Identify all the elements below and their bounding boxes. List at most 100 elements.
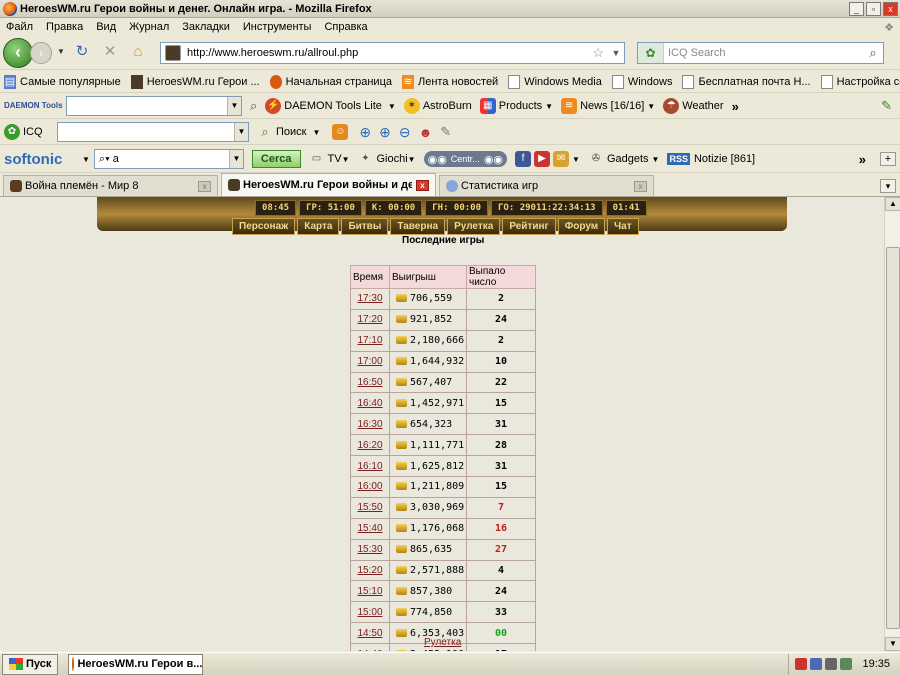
menu-item[interactable]: Инструменты	[243, 21, 312, 33]
time-link[interactable]: 17:20	[357, 314, 382, 325]
time-link[interactable]: 15:30	[357, 544, 382, 555]
volume-icon[interactable]: ◉◉	[484, 153, 503, 166]
game-nav-item[interactable]: Форум	[557, 218, 606, 235]
reload-icon[interactable]: ↻	[70, 41, 94, 65]
security-icon[interactable]	[840, 658, 853, 670]
tab-list-button[interactable]: ▾	[880, 179, 896, 193]
zoom-search-icon[interactable]: ⌕	[250, 98, 257, 114]
cerca-button[interactable]: Cerca	[251, 150, 301, 168]
toolbar-options-icon[interactable]: ✎	[881, 98, 892, 114]
softonic-dropdown-icon[interactable]: ▼	[82, 155, 90, 164]
kaspersky-icon[interactable]	[795, 658, 808, 670]
volume-tray-icon[interactable]	[825, 658, 838, 670]
zoom-reset-icon[interactable]: ⊖	[399, 124, 411, 141]
history-dropdown-icon[interactable]: ▼	[56, 41, 66, 65]
softonic-search-value[interactable]: a	[113, 153, 119, 165]
tab-close-icon[interactable]: x	[416, 179, 429, 191]
bookmark-windows[interactable]: Windows	[611, 74, 672, 89]
time-link[interactable]: 15:40	[357, 523, 382, 534]
time-link[interactable]: 16:20	[357, 440, 382, 451]
time-link[interactable]: 16:30	[357, 419, 382, 430]
softonic-search-input[interactable]: ⌕▾ a ▼	[93, 149, 244, 169]
bookmark-link-settings[interactable]: Настройка ссылок	[820, 74, 900, 89]
weather-button[interactable]: ☂ Weather	[663, 98, 724, 114]
daemon-more-chevron[interactable]: »	[732, 99, 739, 114]
social-icons[interactable]: f ▶ ✉ ▼	[515, 151, 580, 167]
scroll-up-arrow[interactable]: ▲	[885, 197, 900, 211]
notizie-button[interactable]: RSS Notizie [861]	[667, 153, 755, 165]
eraser-icon[interactable]: ✎	[440, 124, 451, 140]
time-link[interactable]: 15:20	[357, 565, 382, 576]
time-link[interactable]: 17:30	[357, 293, 382, 304]
back-button[interactable]: ‹	[3, 38, 33, 68]
time-link[interactable]: 16:40	[357, 398, 382, 409]
menu-item[interactable]: Журнал	[129, 21, 169, 33]
url-dropdown-icon[interactable]: ▼	[608, 43, 624, 63]
time-link[interactable]: 16:00	[357, 481, 382, 492]
taskbar-firefox-item[interactable]: HeroesWM.ru Герои в...	[68, 653, 204, 675]
youtube-icon[interactable]: ▶	[534, 151, 551, 167]
game-nav-item[interactable]: Чат	[607, 218, 639, 235]
game-nav-item[interactable]: Карта	[297, 218, 340, 235]
time-link[interactable]: 16:10	[357, 461, 382, 472]
tab-heroeswm[interactable]: HeroesWM.ru Герои войны и ден... x	[221, 173, 436, 196]
home-icon[interactable]: ⌂	[126, 41, 150, 65]
bookmark-star-icon[interactable]: ☆	[592, 45, 604, 61]
mail-icon[interactable]: ✉	[553, 151, 570, 167]
daemon-tools-lite-button[interactable]: ⚡ DAEMON Tools Lite ▼	[265, 98, 396, 114]
search-engine-icon[interactable]: ✿	[638, 43, 664, 63]
astroburn-button[interactable]: ✶ AstroBurn	[403, 98, 472, 114]
time-link[interactable]: 16:50	[357, 377, 382, 388]
search-box[interactable]: ✿ ICQ Search ⌕	[637, 42, 884, 64]
search-icon[interactable]: ⌕	[863, 45, 883, 61]
menu-item[interactable]: Файл	[6, 21, 33, 33]
tv-button[interactable]: ▭ TV ▼	[309, 151, 350, 167]
tab-close-icon[interactable]: x	[198, 180, 211, 192]
add-toolbar-button[interactable]: +	[880, 152, 896, 166]
menu-item[interactable]: Вид	[96, 21, 116, 33]
game-nav-item[interactable]: Персонаж	[232, 218, 296, 235]
tab-game-stats[interactable]: Статистика игр x	[439, 175, 654, 196]
radio-player[interactable]: ◉◉ Centr... ◉◉	[423, 151, 508, 167]
user-icon[interactable]: ☻	[419, 125, 433, 140]
menu-item[interactable]: Закладки	[182, 21, 230, 33]
facebook-icon[interactable]: f	[515, 151, 532, 167]
giochi-button[interactable]: ✦ Giochi ▼	[357, 151, 415, 167]
game-nav-item[interactable]: Битвы	[341, 218, 389, 235]
time-link[interactable]: 15:50	[357, 502, 382, 513]
minimize-button[interactable]: _	[849, 1, 864, 16]
bookmark-free-mail[interactable]: Бесплатная почта H...	[682, 74, 811, 89]
start-button[interactable]: Пуск	[2, 653, 59, 675]
zoom-in-icon[interactable]: ⊕	[359, 124, 371, 141]
scroll-thumb[interactable]	[886, 247, 900, 629]
zoom-out-icon[interactable]: ⊕	[379, 124, 391, 141]
time-link[interactable]: 14:50	[357, 628, 382, 639]
roulette-link[interactable]: Рулетка	[424, 637, 461, 648]
maximize-button[interactable]: ▫	[866, 1, 881, 16]
news-button[interactable]: ≋ News [16/16] ▼	[561, 98, 655, 114]
bookmark-news-feed[interactable]: ≋ Лента новостей	[402, 74, 498, 89]
gadgets-button[interactable]: ✇ Gadgets ▼	[588, 151, 660, 167]
icq-search-input[interactable]: ▼	[57, 122, 249, 142]
bookmark-windows-media[interactable]: Windows Media	[508, 74, 602, 89]
time-link[interactable]: 17:00	[357, 356, 382, 367]
game-nav-item[interactable]: Рулетка	[447, 218, 501, 235]
stop-icon[interactable]: ✕	[98, 41, 122, 65]
vertical-scrollbar[interactable]: ▲ ▼	[884, 197, 900, 651]
game-nav-item[interactable]: Рейтинг	[502, 218, 556, 235]
url-bar[interactable]: http://www.heroeswm.ru/allroul.php ☆ ▼	[160, 42, 625, 64]
daemon-search-input[interactable]: ▼	[66, 96, 242, 116]
tab-war-of-tribes[interactable]: Война племён - Мир 8x	[3, 175, 218, 196]
products-button[interactable]: ▦ Products ▼	[479, 98, 553, 114]
scroll-down-arrow[interactable]: ▼	[885, 637, 900, 651]
time-link[interactable]: 14:40	[357, 649, 382, 651]
time-link[interactable]: 17:10	[357, 335, 382, 346]
bookmark-popular[interactable]: ▤ Самые популярные	[4, 74, 121, 89]
bookmark-heroeswm[interactable]: HeroesWM.ru Герои ...	[130, 74, 260, 89]
menu-item[interactable]: Справка	[324, 21, 367, 33]
network-icon[interactable]	[810, 658, 823, 670]
bookmark-start-page[interactable]: Начальная страница	[269, 74, 392, 89]
menu-item[interactable]: Правка	[46, 21, 83, 33]
search-placeholder[interactable]: ICQ Search	[668, 47, 863, 59]
icq-search-button[interactable]: ⌕ Поиск ▼	[257, 124, 320, 140]
